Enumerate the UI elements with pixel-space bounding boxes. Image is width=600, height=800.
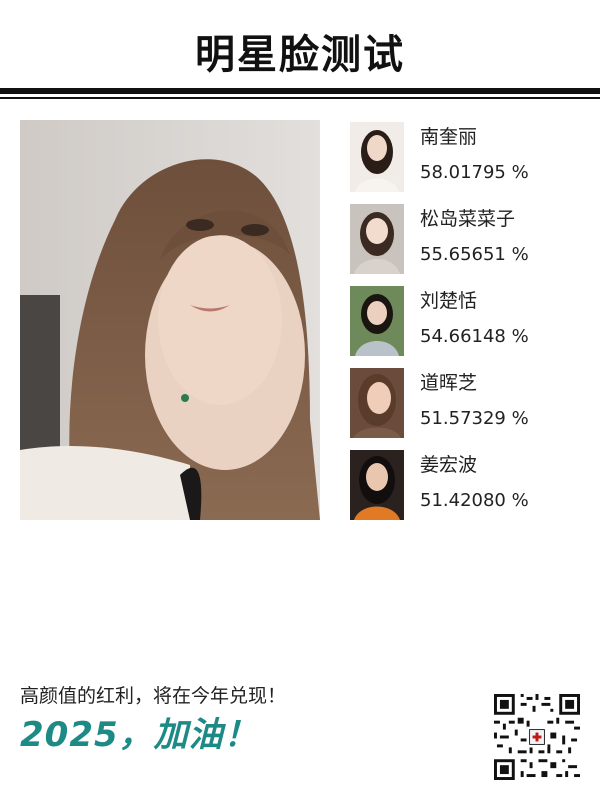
celebrity-name: 松岛菜菜子	[420, 208, 516, 230]
page-title: 明星脸测试	[195, 32, 405, 78]
similarity-score: 51.42080 %	[420, 490, 529, 511]
list-item: 松岛菜菜子 55.65651 %	[350, 202, 590, 274]
celebrity-name: 南奎丽	[420, 126, 478, 148]
celebrity-name: 刘楚恬	[420, 290, 478, 312]
list-item: 姜宏波 51.42080 %	[350, 448, 590, 520]
celebrity-thumbnail	[350, 286, 404, 356]
similarity-score: 54.66148 %	[420, 326, 529, 347]
celebrity-thumbnail	[350, 204, 404, 274]
title-rule-thick	[0, 88, 600, 94]
similarity-score: 55.65651 %	[420, 244, 529, 265]
celebrity-thumbnail	[350, 122, 404, 192]
celebrity-name: 姜宏波	[420, 454, 478, 476]
uploaded-photo	[20, 120, 320, 520]
slogan-line-2: 2025，加油！	[20, 715, 259, 755]
list-item: 刘楚恬 54.66148 %	[350, 284, 590, 356]
similarity-score: 58.01795 %	[420, 162, 529, 183]
list-item: 南奎丽 58.01795 %	[350, 120, 590, 192]
celebrity-thumbnail	[350, 368, 404, 438]
list-item: 道晖芝 51.57329 %	[350, 366, 590, 438]
celebrity-name: 道晖芝	[420, 372, 478, 394]
celebrity-thumbnail	[350, 450, 404, 520]
similarity-score: 51.57329 %	[420, 408, 529, 429]
title-rule-thin	[0, 97, 600, 99]
slogan-line-1: 高颜值的红利，将在今年兑现！	[20, 685, 287, 707]
qr-code-icon[interactable]	[494, 694, 580, 780]
